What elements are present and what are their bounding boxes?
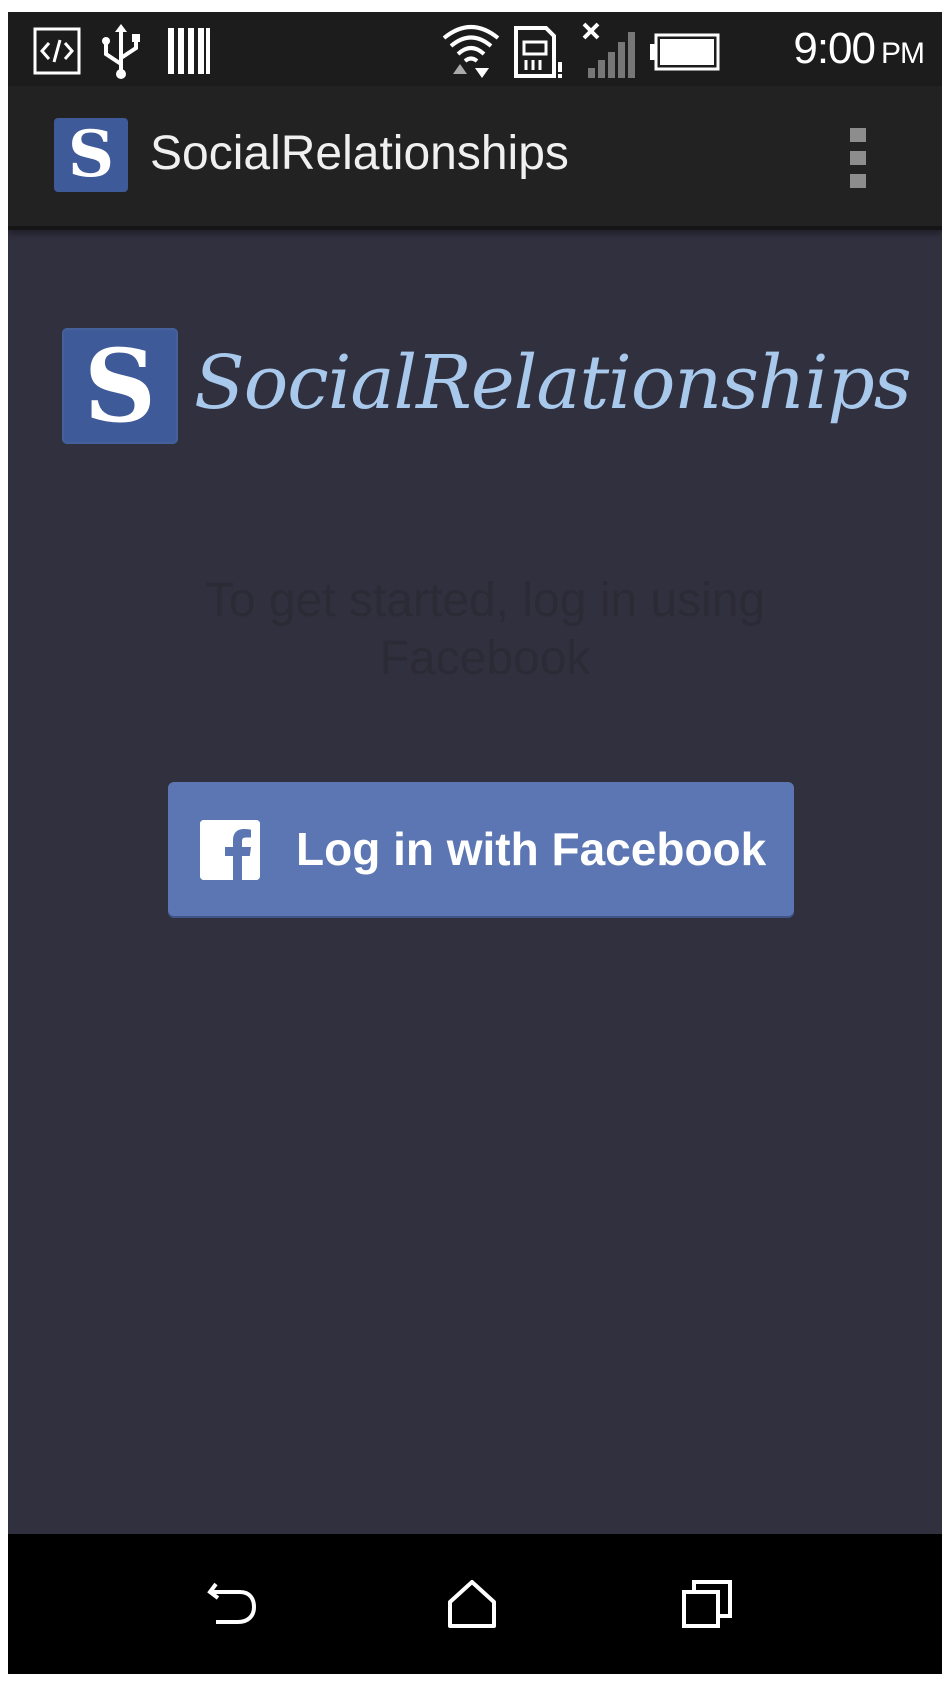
logo-mark: S: [62, 328, 178, 444]
clock-ampm: PM: [881, 37, 925, 70]
sd-card-icon: [514, 26, 562, 78]
intro-text: To get started, log in using Facebook: [204, 574, 766, 685]
facebook-login-label: Log in with Facebook: [296, 823, 767, 875]
logo-text: SocialRelationships: [194, 340, 912, 426]
signal-icon: [582, 22, 635, 78]
facebook-icon: [200, 820, 260, 880]
barcode-icon: [168, 28, 210, 74]
wifi-icon: [442, 25, 500, 78]
clock-time: 9:00: [793, 24, 876, 73]
developer-icon: [33, 27, 81, 75]
home-icon[interactable]: [442, 1574, 502, 1634]
status-bar: 9:00 PM: [8, 12, 942, 86]
app-screen: 9:00 PM S SocialRelationships S SocialRel…: [8, 12, 942, 1674]
back-icon[interactable]: [202, 1574, 262, 1634]
navigation-bar: [8, 1534, 942, 1674]
facebook-login-button[interactable]: Log in with Facebook: [168, 782, 794, 916]
clock: 9:00 PM: [793, 24, 925, 74]
recent-apps-icon[interactable]: [678, 1574, 738, 1634]
app-title: SocialRelationships: [150, 127, 569, 180]
overflow-menu-icon[interactable]: [850, 128, 870, 188]
app-icon[interactable]: S: [54, 118, 128, 192]
action-bar: S SocialRelationships: [8, 86, 942, 230]
battery-icon: [650, 33, 720, 71]
usb-icon: [102, 24, 140, 79]
